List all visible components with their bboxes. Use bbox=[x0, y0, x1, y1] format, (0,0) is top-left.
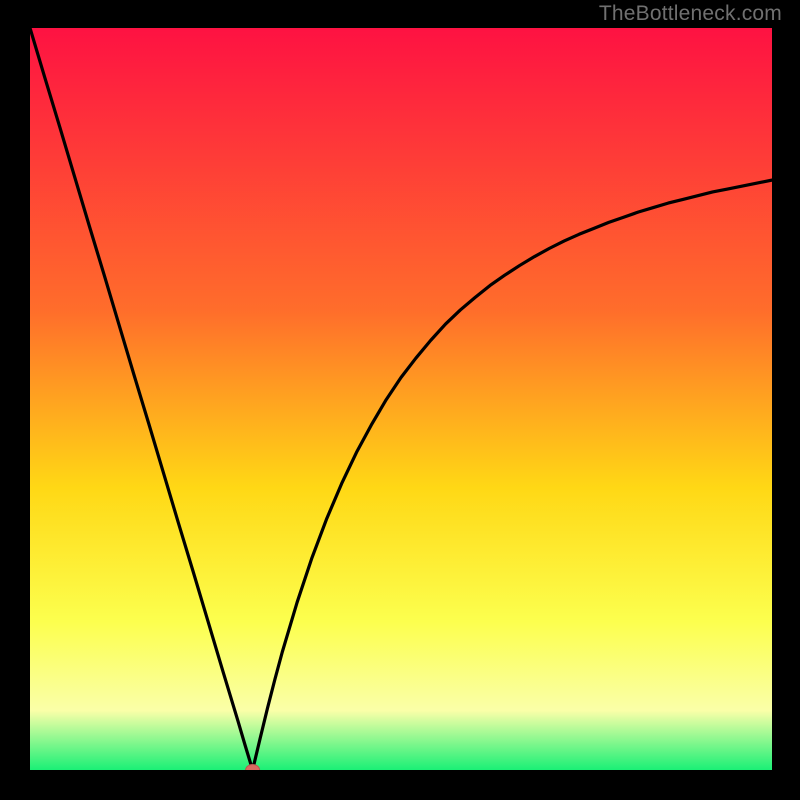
watermark-text: TheBottleneck.com bbox=[599, 2, 782, 26]
plot-area bbox=[30, 28, 772, 770]
chart-frame: TheBottleneck.com bbox=[0, 0, 800, 800]
chart-svg bbox=[30, 28, 772, 770]
